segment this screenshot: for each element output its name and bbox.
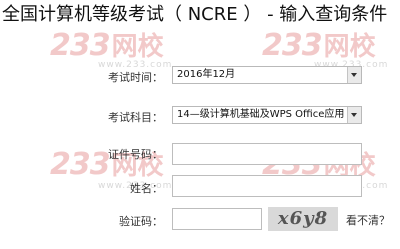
exam-time-select[interactable]: 2016年12月 (172, 66, 362, 84)
query-page: 233网校 www.233.com 233网校 www.233.com 233网… (0, 0, 400, 249)
exam-subject-select[interactable]: 14—级计算机基础及WPS Office应用 (172, 106, 362, 124)
id-number-input[interactable] (172, 143, 362, 165)
exam-time-value: 2016年12月 (177, 69, 236, 80)
name-input[interactable] (172, 175, 362, 197)
name-label: 姓名： (130, 182, 163, 195)
page-title: 全国计算机等级考试（ NCRE ） - 输入查询条件 (2, 4, 388, 25)
captcha-label: 验证码： (119, 215, 163, 228)
captcha-image[interactable]: x6y8 (268, 207, 338, 231)
id-number-label: 证件号码： (108, 148, 163, 161)
exam-subject-value: 14—级计算机基础及WPS Office应用 (177, 109, 345, 120)
captcha-input[interactable] (172, 208, 262, 230)
captcha-refresh-link[interactable]: 看不清？ (346, 212, 390, 228)
watermark-logo: 233网校 (262, 28, 376, 63)
exam-subject-label: 考试科目： (108, 111, 163, 124)
exam-time-label: 考试时间： (108, 71, 163, 84)
chevron-down-icon[interactable] (347, 67, 361, 83)
watermark-logo: 233网校 (50, 28, 164, 63)
chevron-down-icon[interactable] (347, 107, 361, 123)
